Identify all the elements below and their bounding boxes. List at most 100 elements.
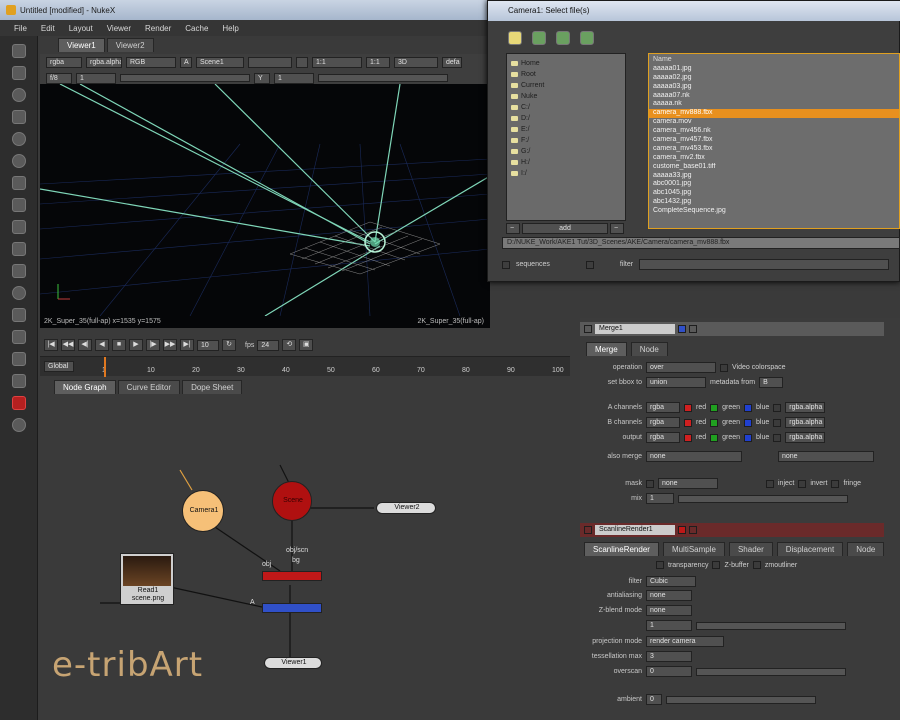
green-checkbox[interactable] <box>710 403 719 412</box>
alpha-select[interactable]: rgba.alpha <box>785 417 826 428</box>
also-merge-right-select[interactable]: none <box>778 451 874 462</box>
viewer-3d-viewport[interactable] <box>40 84 490 316</box>
merge-node[interactable] <box>262 603 322 613</box>
favorite-item[interactable]: Current <box>511 80 621 91</box>
file-list-item[interactable]: abc1045.jpg <box>653 189 895 198</box>
read-node[interactable]: Read1 scene.png <box>120 553 174 605</box>
metadata-select[interactable]: B <box>759 377 784 388</box>
menu-file[interactable]: File <box>14 24 27 33</box>
zblend-value-field[interactable]: 1 <box>646 620 692 631</box>
antialiasing-select[interactable]: none <box>646 590 692 601</box>
file-list-item[interactable]: camera_mv456.nk <box>653 127 895 136</box>
display-select[interactable]: RGB <box>126 56 176 68</box>
channel-tool-icon[interactable] <box>11 110 26 124</box>
file-list-item[interactable]: aaaaa33.jpg <box>653 172 895 181</box>
camera-node[interactable]: Camera1 <box>182 490 224 532</box>
first-frame-icon[interactable]: |◀ <box>44 339 58 351</box>
favorite-item[interactable]: F:/ <box>511 135 621 146</box>
file-list[interactable]: Name aaaaa01.jpg aaaaa02.jpg aaaaa03.jpg aaa… <box>648 53 900 229</box>
ambient-field[interactable]: 0 <box>646 694 662 705</box>
zblend-select[interactable]: none <box>646 605 692 616</box>
transparency-checkbox[interactable] <box>656 561 664 569</box>
mix-field[interactable]: 1 <box>646 493 674 504</box>
prev-frame-icon[interactable]: ◀| <box>78 339 92 351</box>
blue-checkbox[interactable] <box>744 418 753 427</box>
transform-tool-icon[interactable] <box>11 220 26 234</box>
favorite-item[interactable]: G:/ <box>511 146 621 157</box>
forward-icon[interactable] <box>556 31 570 45</box>
file-list-item[interactable]: CompleteSequence.jpg <box>653 207 895 216</box>
also-merge-select[interactable]: none <box>646 451 742 462</box>
menu-help[interactable]: Help <box>222 24 238 33</box>
merge-tool-icon[interactable] <box>11 198 26 212</box>
file-list-item[interactable]: aaaaa07.nk <box>653 92 895 101</box>
scanline-panel-name[interactable]: ScanlineRender1 <box>595 525 675 535</box>
draw-tool-icon[interactable] <box>11 66 26 80</box>
mix-slider[interactable] <box>678 494 848 503</box>
filter-tool-icon[interactable] <box>11 154 26 168</box>
file-list-item[interactable]: abc0001.jpg <box>653 180 895 189</box>
favorite-item[interactable]: D:/ <box>511 113 621 124</box>
file-list-item[interactable]: camera_mv453.fbx <box>653 145 895 154</box>
loop-icon[interactable]: ↻ <box>222 339 236 351</box>
file-list-header[interactable]: Name <box>653 56 895 65</box>
viewer1-node[interactable]: Viewer1 <box>264 657 322 669</box>
favorite-item[interactable]: E:/ <box>511 124 621 135</box>
keyer-tool-icon[interactable] <box>11 176 26 190</box>
alpha-select[interactable]: rgba.alpha <box>785 402 826 413</box>
tab-scanline-render[interactable]: ScanlineRender <box>584 542 659 556</box>
projection-select[interactable]: render camera <box>646 636 724 647</box>
color-tool-icon[interactable] <box>11 132 26 146</box>
viewer2-node[interactable]: Viewer2 <box>376 502 436 514</box>
add-favorite-button[interactable]: add <box>522 223 608 234</box>
play-icon[interactable]: ▶ <box>129 339 143 351</box>
zoom-select[interactable]: 1:1 <box>366 56 390 68</box>
file-list-item[interactable]: custome_base01.tiff <box>653 163 895 172</box>
alpha-checkbox[interactable] <box>773 433 782 442</box>
file-list-item[interactable]: aaaaa02.jpg <box>653 74 895 83</box>
red-checkbox[interactable] <box>684 418 692 427</box>
set-bbox-select[interactable]: union <box>646 377 706 388</box>
file-list-item[interactable]: abc1432.jpg <box>653 198 895 207</box>
menu-render[interactable]: Render <box>145 24 171 33</box>
scanline-panel-collapse-icon[interactable] <box>584 526 592 534</box>
operation-select[interactable]: over <box>646 362 716 373</box>
other-tool-icon[interactable] <box>11 352 26 366</box>
next-frame-icon[interactable]: |▶ <box>146 339 160 351</box>
green-checkbox[interactable] <box>710 433 719 442</box>
sequences-checkbox[interactable] <box>502 260 510 269</box>
furnace-tool-icon[interactable] <box>11 374 26 388</box>
alpha-checkbox[interactable] <box>773 418 782 427</box>
folder-up-icon[interactable] <box>508 31 522 45</box>
tab-merge-node[interactable]: Node <box>630 342 668 356</box>
file-list-item[interactable]: aaaaa03.jpg <box>653 83 895 92</box>
gain-slider[interactable] <box>120 74 250 82</box>
merge-color-icon[interactable] <box>678 325 686 333</box>
playback-mode-icon[interactable]: ⟲ <box>282 339 297 351</box>
merge-panel-collapse-icon[interactable] <box>584 325 592 333</box>
favorite-item[interactable]: C:/ <box>511 102 621 113</box>
zblend-slider[interactable] <box>696 621 846 630</box>
tab-curve-editor[interactable]: Curve Editor <box>117 380 181 394</box>
channel-select[interactable]: rgba <box>646 417 680 428</box>
menu-cache[interactable]: Cache <box>185 24 208 33</box>
channel-select[interactable]: rgba <box>46 56 82 68</box>
menu-edit[interactable]: Edit <box>41 24 55 33</box>
particles-tool-icon[interactable] <box>11 264 26 278</box>
filter-select[interactable]: Cubic <box>646 576 696 587</box>
overscan-field[interactable]: 0 <box>646 666 692 677</box>
play-back-icon[interactable]: ◀ <box>95 339 109 351</box>
favorite-item[interactable]: Root <box>511 69 621 80</box>
tab-shader[interactable]: Shader <box>728 542 773 556</box>
gain-field[interactable]: 1 <box>76 72 116 84</box>
tab-dope-sheet[interactable]: Dope Sheet <box>182 380 243 394</box>
b-input-select[interactable]: 1:1 <box>312 56 362 68</box>
channel-select[interactable]: rgba <box>646 402 680 413</box>
alpha-select[interactable]: rgba.alpha <box>785 432 826 443</box>
favorites-menu-button[interactable]: − <box>610 223 624 234</box>
channel-select[interactable]: rgba <box>646 432 680 443</box>
merge-panel-name[interactable]: Merge1 <box>595 324 675 334</box>
file-list-item[interactable]: camera_mv2.fbx <box>653 154 895 163</box>
fringe-checkbox[interactable] <box>831 479 840 488</box>
views-tool-icon[interactable] <box>11 286 26 300</box>
